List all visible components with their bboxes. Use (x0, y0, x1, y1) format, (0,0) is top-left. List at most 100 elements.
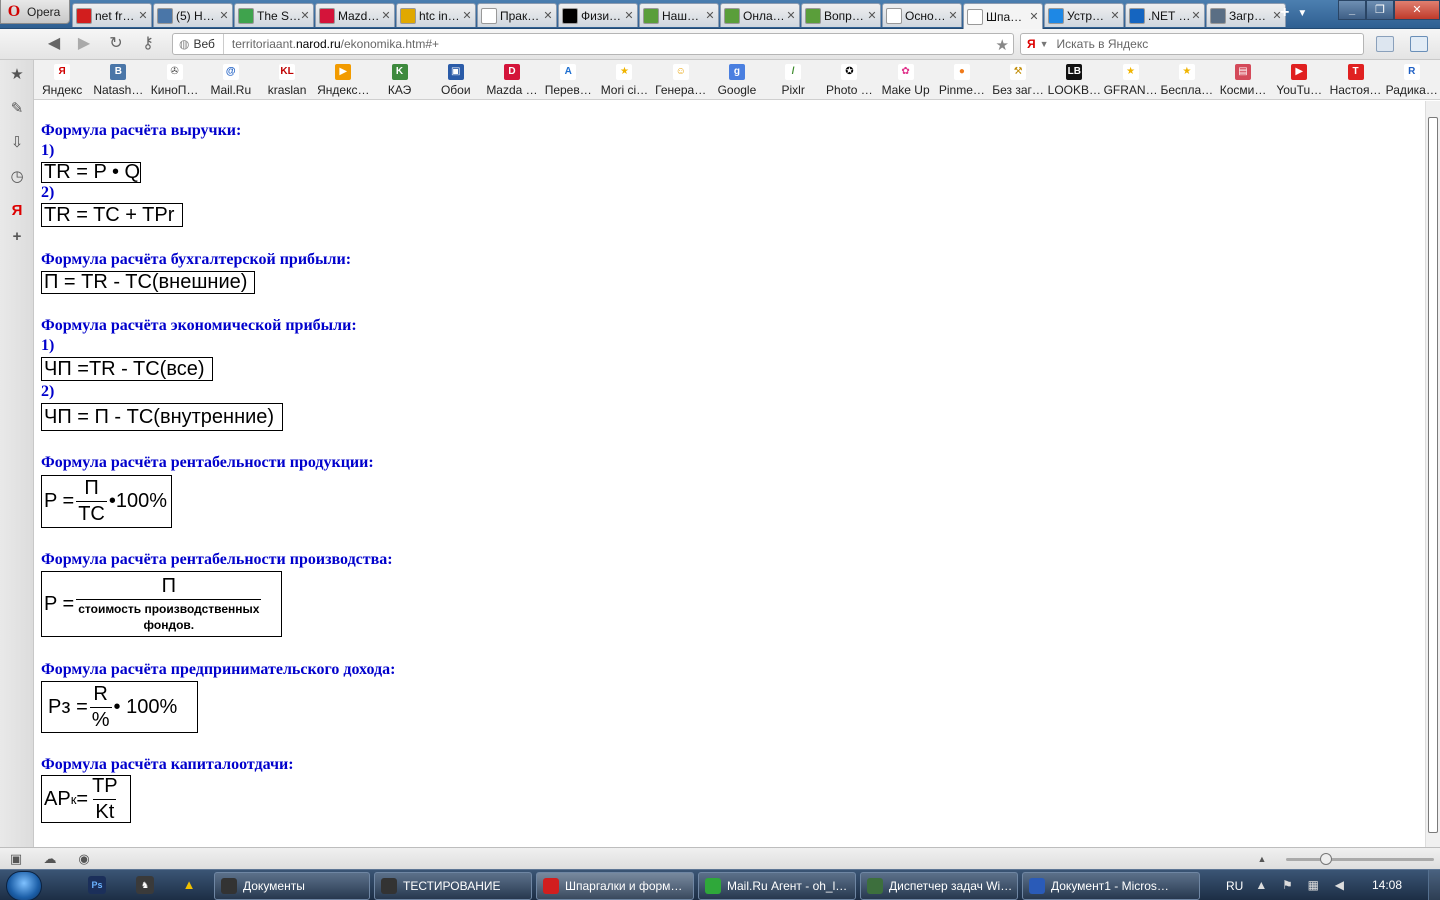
notes-icon[interactable]: ✎ (8, 100, 26, 118)
history-clock-icon[interactable]: ◷ (8, 168, 26, 186)
taskbar-button[interactable]: Документ1 - Micros… (1022, 872, 1200, 900)
taskbar-button[interactable]: Mail.Ru Агент - oh_l… (698, 872, 856, 900)
show-desktop-button[interactable] (1428, 870, 1440, 900)
tab-close-icon[interactable]: ✕ (219, 9, 229, 22)
bookmark-item[interactable]: В Natash… (90, 60, 146, 99)
bookmark-item[interactable]: D Mazda … (484, 60, 540, 99)
bookmark-item[interactable]: ★ Беспла… (1159, 60, 1215, 99)
bookmark-item[interactable]: ★ GFRAN… (1102, 60, 1158, 99)
tab[interactable]: Физи… ✕ (558, 3, 638, 27)
minimize-button[interactable]: _ (1338, 0, 1366, 20)
bookmark-item[interactable]: ▶ Яндекс… (315, 60, 371, 99)
back-arrow-icon[interactable]: ◀ (44, 35, 64, 53)
bookmark-item[interactable]: ▶ YouTu… (1271, 60, 1327, 99)
tab[interactable]: (5) Н… ✕ (153, 3, 233, 27)
scrollbar-thumb[interactable] (1428, 117, 1438, 833)
web-badge[interactable]: ◍ Веб (173, 34, 224, 54)
tab[interactable]: Загр… ✕ (1206, 3, 1286, 27)
download-icon[interactable] (1410, 36, 1428, 52)
tab-close-icon[interactable]: ✕ (462, 9, 472, 22)
bookmark-item[interactable]: R Радика… (1384, 60, 1440, 99)
tab-close-icon[interactable]: ✕ (948, 9, 958, 22)
bookmark-item[interactable]: A Перев… (540, 60, 596, 99)
tab-close-icon[interactable]: ✕ (786, 9, 796, 22)
tab[interactable]: htc in… ✕ (396, 3, 476, 27)
avast-warning-icon[interactable]: ▲ (180, 876, 198, 894)
address-bar[interactable]: ◍ Веб territoriaant.narod.ru/ekonomika.h… (172, 33, 1014, 55)
bookmark-item[interactable]: Я Яндекс (34, 60, 90, 99)
tab-close-icon[interactable]: ✕ (1029, 10, 1039, 23)
turbo-gauge-icon[interactable]: ◉ (76, 851, 92, 867)
tab[interactable]: Вопр… ✕ (801, 3, 881, 27)
reader-icon[interactable] (1376, 36, 1394, 52)
bookmark-item[interactable]: T Настоя… (1327, 60, 1383, 99)
tab[interactable]: Устр… ✕ (1044, 3, 1124, 27)
bookmark-star-icon[interactable]: ★ (996, 36, 1009, 54)
tab[interactable]: Mazd… ✕ (315, 3, 395, 27)
restore-button[interactable]: ❐ (1366, 0, 1394, 20)
reload-icon[interactable]: ↻ (106, 35, 126, 53)
game-icon[interactable]: ♞ (136, 876, 154, 894)
bookmark-item[interactable]: g Google (709, 60, 765, 99)
yandex-icon[interactable]: Я (1021, 37, 1040, 51)
bookmark-item[interactable]: @ Mail.Ru (203, 60, 259, 99)
flag-icon[interactable]: ⚑ (1279, 878, 1295, 894)
bookmarks-star-icon[interactable]: ★ (8, 66, 26, 84)
taskbar-button[interactable]: Шпаргалки и форм… (536, 872, 694, 900)
url-text[interactable]: territoriaant.narod.ru/ekonomika.htm#+ (224, 37, 439, 51)
tab-menu-chevron-down-icon[interactable]: ▼ (1297, 4, 1307, 24)
language-indicator[interactable]: RU (1226, 879, 1243, 893)
zoom-slider-knob[interactable] (1320, 853, 1332, 865)
add-panel-icon[interactable]: + (8, 228, 26, 246)
bookmark-item[interactable]: ✪ Photo … (821, 60, 877, 99)
tab[interactable]: Осно… ✕ (882, 3, 962, 27)
tab[interactable]: Онла… ✕ (720, 3, 800, 27)
close-button[interactable]: ✕ (1394, 0, 1440, 20)
taskbar-button[interactable]: ТЕСТИРОВАНИЕ (374, 872, 532, 900)
tab-close-icon[interactable]: ✕ (138, 9, 148, 22)
bookmark-item[interactable]: ▤ Косми… (1215, 60, 1271, 99)
bookmark-item[interactable]: ✿ Make Up (878, 60, 934, 99)
tab[interactable]: Прак… ✕ (477, 3, 557, 27)
taskbar-button[interactable]: Диспетчер задач Wi… (860, 872, 1018, 900)
tab[interactable]: The S… ✕ (234, 3, 314, 27)
bookmark-item[interactable]: ★ Mori ci… (596, 60, 652, 99)
bookmark-item[interactable]: ▣ Обои (428, 60, 484, 99)
tab-close-icon[interactable]: ✕ (867, 9, 877, 22)
new-tab-button[interactable]: + (1280, 4, 1289, 24)
bookmark-item[interactable]: ✇ КиноП… (146, 60, 202, 99)
volume-icon[interactable]: ◀ (1331, 878, 1347, 894)
tab-close-icon[interactable]: ✕ (300, 9, 310, 22)
tab-close-icon[interactable]: ✕ (381, 9, 391, 22)
bookmark-item[interactable]: ⚒ Без заг… (990, 60, 1046, 99)
tab-close-icon[interactable]: ✕ (624, 9, 634, 22)
tab-close-icon[interactable]: ✕ (1110, 9, 1120, 22)
bookmark-item[interactable]: LB LOOKB… (1046, 60, 1102, 99)
bookmark-item[interactable]: ● Pinme… (934, 60, 990, 99)
downloads-icon[interactable]: ⇩ (8, 134, 26, 152)
bookmark-item[interactable]: KL kraslan (259, 60, 315, 99)
view-up-arrow-icon[interactable]: ▲ (1254, 851, 1270, 867)
tray-arrow-icon[interactable]: ▲ (1253, 878, 1269, 894)
tab[interactable]: .NET … ✕ (1125, 3, 1205, 27)
network-icon[interactable]: ▦ (1305, 878, 1321, 894)
taskbar-button[interactable]: Документы (214, 872, 370, 900)
photoshop-icon[interactable]: Ps (88, 876, 106, 894)
clock[interactable]: 14:08 (1372, 878, 1402, 892)
tab[interactable]: Наш… ✕ (639, 3, 719, 27)
tab[interactable]: Шпа… ✕ (963, 3, 1043, 29)
key-icon[interactable]: ⚷ (138, 35, 158, 53)
panel-toggle-icon[interactable]: ▣ (8, 851, 24, 867)
search-input[interactable]: Я ▼ Искать в Яндекс (1020, 33, 1364, 55)
yandex-panel-icon[interactable]: Я (8, 202, 26, 220)
opera-menu-button[interactable]: O Opera (0, 0, 70, 24)
vertical-scrollbar[interactable] (1425, 101, 1440, 847)
bookmark-item[interactable]: K КАЭ (371, 60, 427, 99)
tab-close-icon[interactable]: ✕ (1191, 9, 1201, 22)
bookmark-item[interactable]: / Pixlr (765, 60, 821, 99)
zoom-slider-track[interactable] (1286, 858, 1434, 861)
start-button[interactable] (6, 871, 42, 900)
tab-close-icon[interactable]: ✕ (543, 9, 553, 22)
tab[interactable]: net fr… ✕ (72, 3, 152, 27)
bookmark-item[interactable]: ☺ Генера… (653, 60, 709, 99)
